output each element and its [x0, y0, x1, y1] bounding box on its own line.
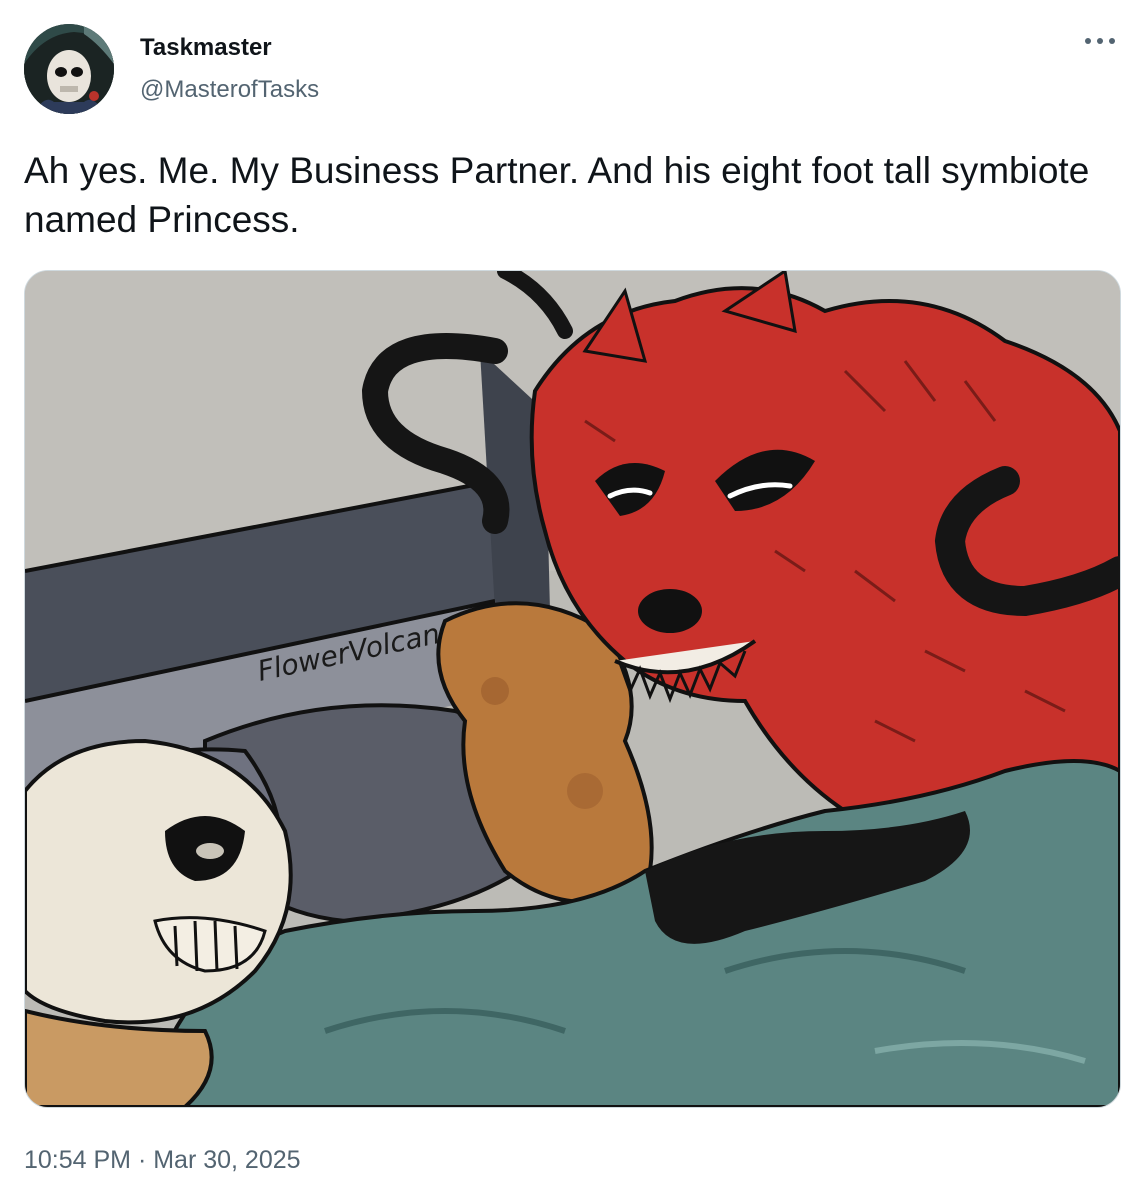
author-handle[interactable]: @MasterofTasks — [140, 76, 319, 104]
skull-mask-avatar-icon — [24, 24, 114, 114]
more-button[interactable] — [1078, 26, 1122, 56]
tweet-timestamp[interactable]: 10:54 PM · Mar 30, 2025 — [24, 1146, 301, 1175]
tweet-text: Ah yes. Me. My Business Partner. And his… — [24, 150, 1090, 240]
more-horizontal-icon — [1085, 38, 1115, 44]
author-name[interactable]: Taskmaster — [140, 34, 272, 62]
tweet-time: 10:54 PM — [24, 1146, 132, 1174]
tweet-date: Mar 30, 2025 — [153, 1146, 301, 1174]
tweet-image[interactable]: FlowerVolcano — [24, 270, 1121, 1108]
illustration: FlowerVolcano — [25, 271, 1120, 1107]
timestamp-separator: · — [131, 1146, 154, 1174]
avatar[interactable] — [24, 24, 114, 114]
